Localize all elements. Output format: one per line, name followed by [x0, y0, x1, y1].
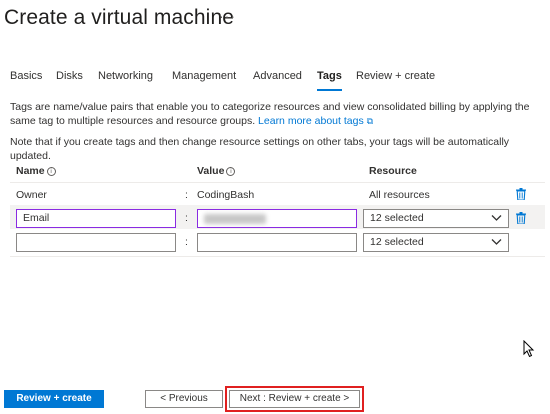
tags-note: Note that if you create tags and then ch… — [10, 136, 510, 162]
tag-name-input[interactable]: Email — [16, 209, 176, 228]
name-column-header: Name i — [16, 165, 56, 177]
value-column-header: Value i — [197, 165, 236, 177]
chevron-down-icon — [491, 239, 502, 245]
separator-colon: : — [185, 212, 188, 224]
tab-management[interactable]: Management — [172, 70, 236, 86]
tag-value-input[interactable] — [197, 209, 357, 228]
more-options-icon[interactable]: ··· — [219, 8, 236, 24]
separator-colon: : — [185, 236, 188, 248]
info-icon[interactable]: i — [226, 167, 236, 176]
tag-resource-owner: All resources — [369, 189, 430, 201]
mouse-cursor-icon — [523, 340, 535, 358]
tab-tags[interactable]: Tags — [317, 70, 342, 91]
previous-button[interactable]: < Previous — [145, 390, 223, 408]
tab-advanced[interactable]: Advanced — [253, 70, 302, 86]
new-tag-name-input[interactable] — [16, 233, 176, 252]
trash-icon[interactable] — [516, 188, 526, 200]
redacted-value — [204, 214, 266, 224]
external-link-icon: ⧉ — [366, 116, 374, 126]
tab-networking[interactable]: Networking — [98, 70, 153, 86]
info-icon[interactable]: i — [46, 167, 56, 176]
resource-column-header: Resource — [369, 165, 417, 177]
tag-value-owner: CodingBash — [197, 189, 255, 201]
annotation-highlight-box — [225, 386, 364, 412]
page-title: Create a virtual machine — [4, 6, 235, 29]
new-tag-value-input[interactable] — [197, 233, 357, 252]
new-resource-select[interactable]: 12 selected — [363, 233, 509, 252]
chevron-down-icon — [491, 215, 502, 221]
header-divider — [10, 182, 545, 183]
tags-description: Tags are name/value pairs that enable yo… — [10, 100, 545, 128]
tab-review-create[interactable]: Review + create — [356, 70, 435, 86]
review-create-button[interactable]: Review + create — [4, 390, 104, 408]
tag-name-owner: Owner — [16, 189, 47, 201]
tab-basics[interactable]: Basics — [10, 70, 42, 86]
trash-icon[interactable] — [516, 212, 526, 224]
tab-disks[interactable]: Disks — [56, 70, 83, 86]
learn-more-link[interactable]: Learn more about tags ⧉ — [258, 115, 373, 127]
table-bottom-divider — [10, 256, 545, 257]
resource-select[interactable]: 12 selected — [363, 209, 509, 228]
separator-colon: : — [185, 189, 188, 201]
